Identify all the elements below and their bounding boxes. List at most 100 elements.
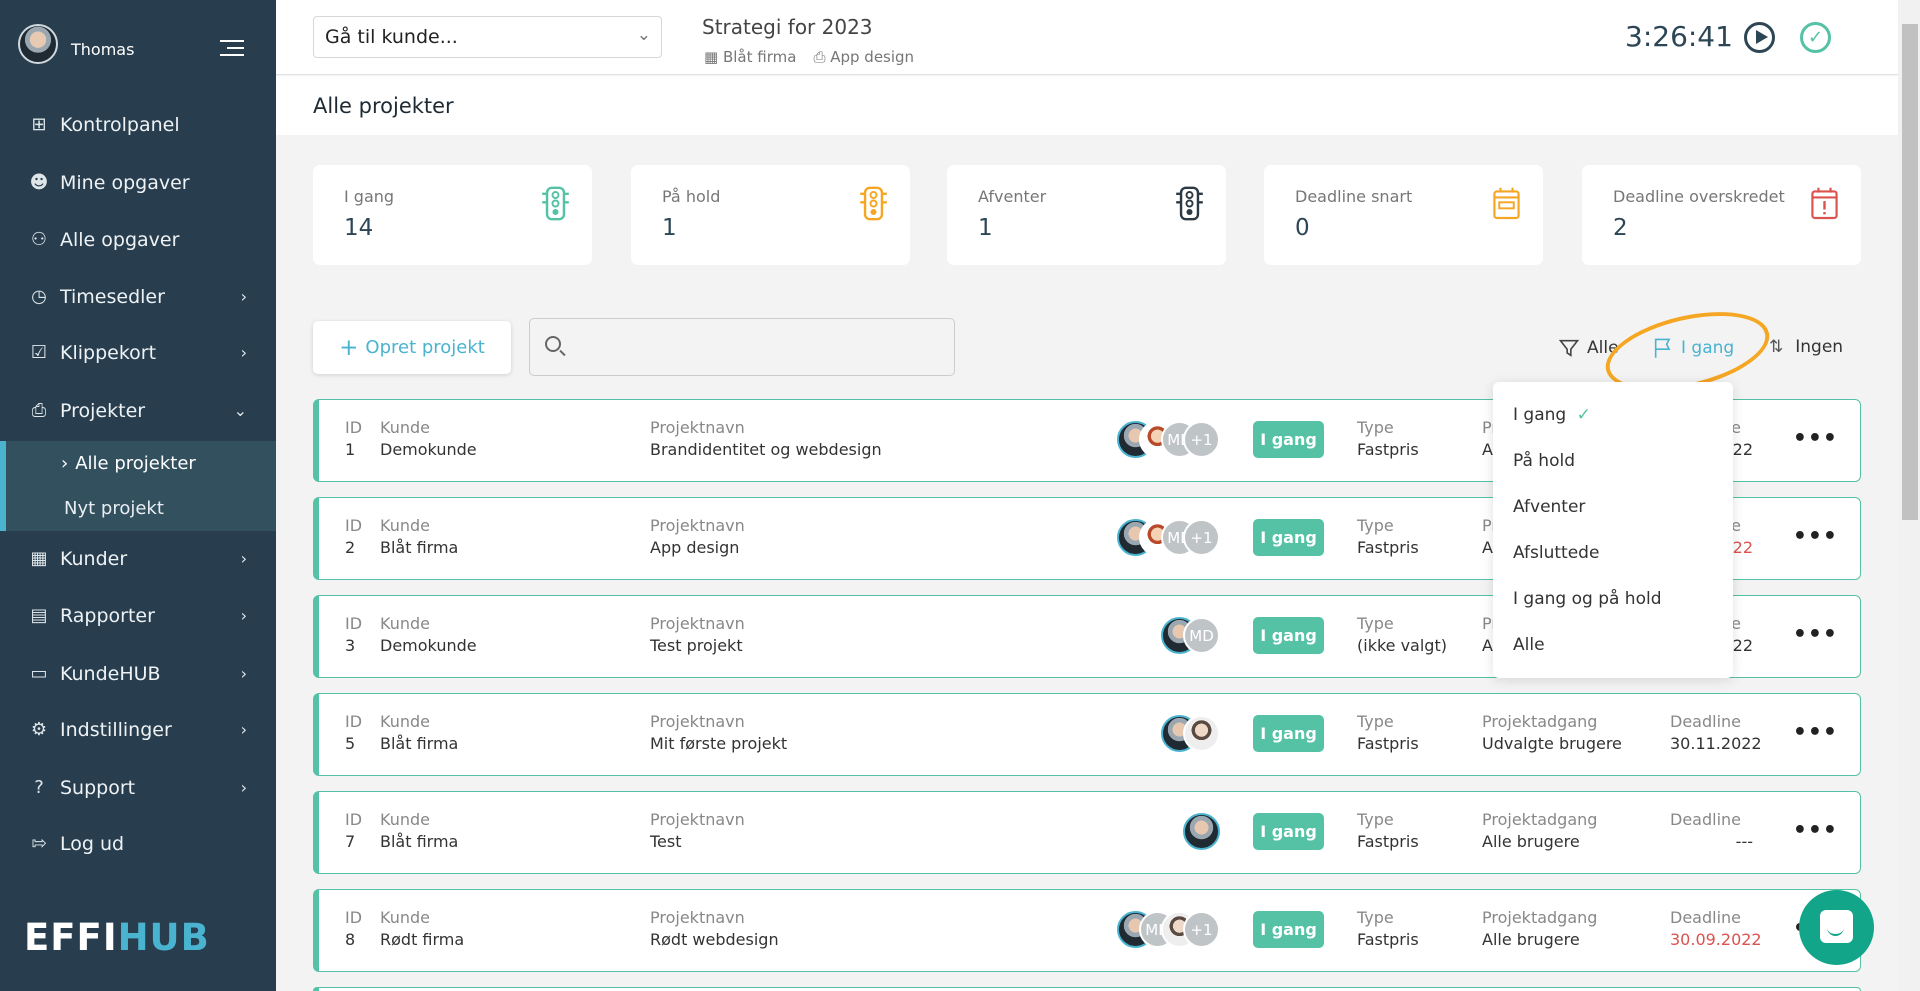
deadline-label: Deadline xyxy=(1670,908,1741,927)
stat-label: På hold xyxy=(662,187,721,206)
stat-card[interactable]: Deadline overskredet 2 xyxy=(1582,165,1861,265)
table-row[interactable]: ID 7 Kunde Blåt firma Projektnavn Test I… xyxy=(313,791,1861,874)
building-icon: ▦ xyxy=(30,548,48,569)
customer-label: Kunde xyxy=(380,614,430,633)
sidebar-item-kunder[interactable]: ▦ Kunder › xyxy=(0,534,276,583)
monitor-icon: ▭ xyxy=(30,663,48,684)
stat-label: Deadline overskredet xyxy=(1613,187,1785,206)
sidebar-item-kundehub[interactable]: ▭ KundeHUB › xyxy=(0,649,276,698)
project-id: 7 xyxy=(345,832,356,851)
project-members: MD xyxy=(1161,617,1220,654)
user-avatar[interactable] xyxy=(18,24,58,64)
stat-card[interactable]: På hold 1 xyxy=(631,165,910,265)
sidebar-item-kontrolpanel[interactable]: ⊞ Kontrolpanel xyxy=(0,100,276,149)
project-members: +1 MD xyxy=(1117,519,1220,556)
project-name[interactable]: App design xyxy=(650,538,739,557)
more-options-icon[interactable]: ••• xyxy=(1793,524,1838,549)
status-option-label: I gang og på hold xyxy=(1513,589,1662,609)
more-options-icon[interactable]: ••• xyxy=(1793,818,1838,843)
stat-card[interactable]: Afventer 1 xyxy=(947,165,1226,265)
chevron-down-icon: ⌄ xyxy=(233,401,247,420)
project-customer[interactable]: Demokunde xyxy=(380,636,477,655)
chevron-down-icon: ⌄ xyxy=(636,25,651,45)
project-customer[interactable]: Blåt firma xyxy=(380,538,458,557)
avatar[interactable] xyxy=(1183,813,1220,850)
project-type: Fastpris xyxy=(1357,930,1419,949)
sidebar-item-mine-opgaver[interactable]: ☻ Mine opgaver xyxy=(0,158,276,207)
chevron-right-icon: › xyxy=(240,287,247,306)
status-option-label: På hold xyxy=(1513,451,1575,471)
status-option[interactable]: I gang ✓ xyxy=(1513,405,1591,425)
sidebar-item-log-ud[interactable]: ⇰ Log ud xyxy=(0,819,276,868)
avatar-initials[interactable]: +1 xyxy=(1183,421,1220,458)
traffic-light-icon xyxy=(1176,186,1203,221)
status-badge: I gang xyxy=(1253,911,1324,948)
status-option[interactable]: Afventer xyxy=(1513,497,1585,517)
sort-button[interactable]: ⇅ Ingen xyxy=(1769,337,1843,357)
project-customer[interactable]: Rødt firma xyxy=(380,930,464,949)
status-option-label: Alle xyxy=(1513,635,1545,655)
id-label: ID xyxy=(345,418,363,437)
status-option[interactable]: I gang og på hold xyxy=(1513,589,1662,609)
project-name[interactable]: Rødt webdesign xyxy=(650,930,779,949)
status-option[interactable]: Afsluttede xyxy=(1513,543,1599,563)
table-row[interactable]: ID 5 Kunde Blåt firma Projektnavn Mit fø… xyxy=(313,693,1861,776)
sidebar-item-alle-opgaver[interactable]: ⚇ Alle opgaver xyxy=(0,215,276,264)
project-customer[interactable]: Demokunde xyxy=(380,440,477,459)
check-circle-icon[interactable]: ✓ xyxy=(1800,22,1831,53)
sidebar-item-support[interactable]: ? Support › xyxy=(0,763,276,812)
status-badge: I gang xyxy=(1253,421,1324,458)
menu-toggle-icon[interactable] xyxy=(220,40,244,57)
sidebar-subitem-alle-projekter[interactable]: › Alle projekter xyxy=(0,441,276,486)
sidebar-subitem-nyt-projekt[interactable]: Nyt projekt xyxy=(0,486,276,531)
project-access: Alle brugere xyxy=(1482,832,1580,851)
help-icon: ? xyxy=(34,777,44,798)
project-name[interactable]: Mit første projekt xyxy=(650,734,787,753)
project-name[interactable]: App design xyxy=(830,48,914,66)
sidebar-item-timesedler[interactable]: ◷ Timesedler › xyxy=(0,272,276,321)
play-icon[interactable] xyxy=(1744,22,1775,53)
project-name[interactable]: Test projekt xyxy=(650,636,743,655)
sidebar-item-label: Projekter xyxy=(60,399,146,422)
avatar[interactable] xyxy=(1183,715,1220,752)
status-option[interactable]: Alle xyxy=(1513,635,1545,655)
access-label: Projektadgang xyxy=(1482,908,1598,927)
stat-card[interactable]: I gang 14 xyxy=(313,165,592,265)
status-badge: I gang xyxy=(1253,813,1324,850)
create-project-button[interactable]: + Opret projekt xyxy=(313,321,511,374)
chat-icon[interactable] xyxy=(1799,890,1874,965)
sort-icon: ⇅ xyxy=(1769,337,1784,357)
scrollbar-thumb[interactable] xyxy=(1902,24,1918,520)
project-members xyxy=(1183,813,1220,850)
more-options-icon[interactable]: ••• xyxy=(1793,426,1838,451)
avatar-initials[interactable]: +1 xyxy=(1183,911,1220,948)
active-project-title[interactable]: Strategi for 2023 xyxy=(702,15,873,39)
project-customer[interactable]: Blåt firma xyxy=(380,832,458,851)
avatar-initials[interactable]: MD xyxy=(1183,617,1220,654)
deadline-label: Deadline xyxy=(1670,810,1741,829)
sidebar-item-rapporter[interactable]: ▤ Rapporter › xyxy=(0,591,276,640)
status-option[interactable]: På hold xyxy=(1513,451,1575,471)
search-input[interactable] xyxy=(574,319,941,375)
id-label: ID xyxy=(345,908,363,927)
id-label: ID xyxy=(345,712,363,731)
avatar-initials[interactable]: +1 xyxy=(1183,519,1220,556)
more-options-icon[interactable]: ••• xyxy=(1793,622,1838,647)
customer-select[interactable]: Gå til kunde... ⌄ xyxy=(313,16,662,58)
project-name[interactable]: Test xyxy=(650,832,682,851)
project-name[interactable]: Brandidentitet og webdesign xyxy=(650,440,882,459)
more-options-icon[interactable]: ••• xyxy=(1793,720,1838,745)
deadline-label: Deadline xyxy=(1670,712,1741,731)
project-customer[interactable]: Blåt firma xyxy=(723,48,796,66)
project-customer[interactable]: Blåt firma xyxy=(380,734,458,753)
plus-icon: + xyxy=(339,334,359,361)
sidebar-item-label: Timesedler xyxy=(60,285,165,308)
table-row[interactable]: ID 8 Kunde Rødt firma Projektnavn Rødt w… xyxy=(313,889,1861,972)
stat-card[interactable]: Deadline snart 0 xyxy=(1264,165,1543,265)
sidebar-item-projekter[interactable]: ⎙ Projekter ⌄ xyxy=(0,386,276,435)
sidebar-item-indstillinger[interactable]: ⚙ Indstillinger › xyxy=(0,705,276,754)
sidebar-item-klippekort[interactable]: ☑ Klippekort › xyxy=(0,328,276,377)
chevron-right-icon: › xyxy=(240,606,247,625)
sidebar-item-label: Log ud xyxy=(60,832,125,855)
table-row[interactable] xyxy=(313,987,1861,991)
